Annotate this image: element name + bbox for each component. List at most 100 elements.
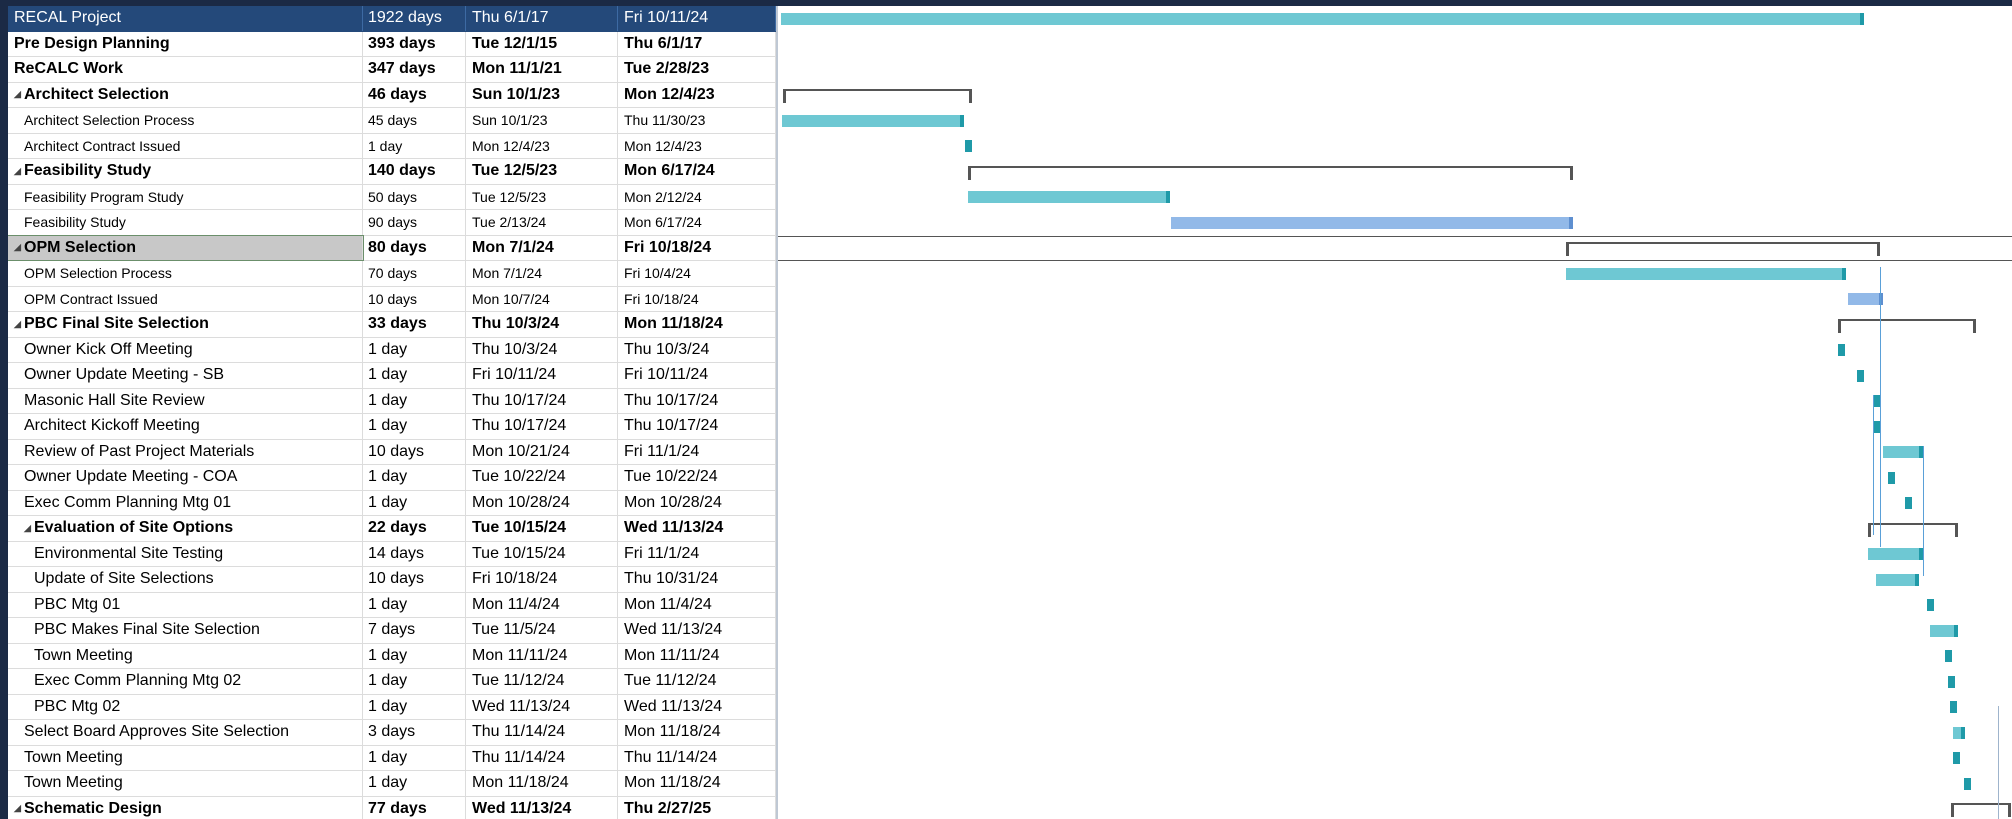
task-finish-cell[interactable]: Fri 11/1/24 — [618, 541, 776, 566]
task-finish-cell[interactable]: Fri 10/18/24 — [618, 286, 776, 311]
task-finish-cell[interactable]: Mon 6/17/24 — [618, 159, 776, 184]
task-row[interactable]: OPM Contract Issued 10 days Mon 10/7/24 Fri… — [8, 286, 776, 312]
task-duration-cell[interactable]: 1 day — [363, 363, 466, 388]
task-row[interactable]: OPM Selection Process 70 days Mon 7/1/24 Fr… — [8, 261, 776, 287]
task-bar[interactable] — [1883, 446, 1923, 458]
summary-bracket[interactable] — [783, 89, 972, 103]
task-duration-cell[interactable]: 46 days — [363, 82, 466, 107]
task-duration-cell[interactable]: 50 days — [363, 184, 466, 209]
task-name-cell[interactable]: Update of Site Selections — [8, 567, 363, 592]
task-finish-cell[interactable]: Mon 11/18/24 — [618, 771, 776, 796]
task-duration-cell[interactable]: 1 day — [363, 694, 466, 719]
task-start-cell[interactable]: Tue 10/15/24 — [466, 516, 618, 541]
milestone-marker[interactable] — [1950, 701, 1957, 713]
task-finish-cell[interactable]: Tue 11/12/24 — [618, 669, 776, 694]
summary-bracket[interactable] — [1951, 803, 2011, 817]
task-finish-cell[interactable]: Mon 11/18/24 — [618, 312, 776, 337]
task-start-cell[interactable]: Mon 10/7/24 — [466, 286, 618, 311]
task-start-cell[interactable]: Wed 11/13/24 — [466, 694, 618, 719]
task-row[interactable]: Select Board Approves Site Selection 3 da… — [8, 720, 776, 746]
task-row[interactable]: Feasibility Program Study 50 days Tue 12/5… — [8, 184, 776, 210]
task-name-cell[interactable]: Town Meeting — [8, 771, 363, 796]
task-start-cell[interactable]: Tue 12/5/23 — [466, 159, 618, 184]
task-row[interactable]: ◢ OPM Selection 80 days Mon 7/1/24 Fri 10/18… — [8, 234, 776, 261]
task-finish-cell[interactable]: Fri 10/11/24 — [618, 6, 776, 31]
task-start-cell[interactable]: Thu 10/17/24 — [466, 388, 618, 413]
task-row[interactable]: Exec Comm Planning Mtg 01 1 day Mon 10/28/… — [8, 490, 776, 516]
task-finish-cell[interactable]: Wed 11/13/24 — [618, 694, 776, 719]
task-finish-cell[interactable]: Thu 10/3/24 — [618, 337, 776, 362]
task-start-cell[interactable]: Mon 10/28/24 — [466, 490, 618, 515]
summary-bracket[interactable] — [1868, 522, 1958, 537]
task-finish-cell[interactable]: Thu 10/17/24 — [618, 388, 776, 413]
task-start-cell[interactable]: Sun 10/1/23 — [466, 82, 618, 107]
task-start-cell[interactable]: Tue 12/5/23 — [466, 184, 618, 209]
task-row[interactable]: ◢ Architect Selection 46 days Sun 10/1/23 Mo… — [8, 82, 776, 108]
task-start-cell[interactable]: Mon 11/18/24 — [466, 771, 618, 796]
summary-bracket[interactable] — [1838, 318, 1976, 333]
task-finish-cell[interactable]: Fri 10/4/24 — [618, 261, 776, 286]
task-name-cell[interactable]: ◢ OPM Selection — [8, 234, 364, 261]
task-row[interactable]: RECAL Project 1922 days Thu 6/1/17 Fri 10/1… — [8, 6, 776, 32]
task-name-cell[interactable]: Pre Design Planning — [8, 31, 363, 56]
task-start-cell[interactable]: Mon 12/4/23 — [466, 133, 618, 158]
summary-bracket[interactable] — [1566, 242, 1880, 256]
task-duration-cell[interactable]: 1 day — [363, 414, 466, 439]
task-finish-cell[interactable]: Thu 11/30/23 — [618, 108, 776, 133]
task-row[interactable]: Architect Contract Issued 1 day Mon 12/4/2… — [8, 133, 776, 159]
task-duration-cell[interactable]: 1 day — [363, 133, 466, 158]
task-row[interactable]: Update of Site Selections 10 days Fri 10/1… — [8, 567, 776, 593]
task-row[interactable]: ◢ Feasibility Study 140 days Tue 12/5/23 Mon… — [8, 159, 776, 185]
task-name-cell[interactable]: ◢ Feasibility Study — [8, 159, 363, 184]
task-duration-cell[interactable]: 1 day — [363, 643, 466, 668]
task-start-cell[interactable]: Tue 10/22/24 — [466, 465, 618, 490]
task-start-cell[interactable]: Thu 11/14/24 — [466, 720, 618, 745]
task-duration-cell[interactable]: 347 days — [363, 57, 466, 82]
task-finish-cell[interactable]: Mon 11/18/24 — [618, 720, 776, 745]
task-duration-cell[interactable]: 10 days — [363, 286, 466, 311]
milestone-marker[interactable] — [965, 140, 972, 152]
task-row[interactable]: Masonic Hall Site Review 1 day Thu 10/17/2… — [8, 388, 776, 414]
task-start-cell[interactable]: Wed 11/13/24 — [466, 796, 618, 819]
task-finish-cell[interactable]: Mon 2/12/24 — [618, 184, 776, 209]
task-name-cell[interactable]: Architect Selection Process — [8, 108, 363, 133]
task-name-cell[interactable]: Owner Update Meeting - SB — [8, 363, 363, 388]
task-row[interactable]: Feasibility Study 90 days Tue 2/13/24 Mon 6… — [8, 210, 776, 236]
task-bar[interactable] — [782, 114, 964, 127]
task-bar[interactable] — [1566, 267, 1846, 280]
task-finish-cell[interactable]: Thu 2/27/25 — [618, 796, 776, 819]
collapse-triangle-icon[interactable]: ◢ — [14, 89, 24, 100]
task-duration-cell[interactable]: 3 days — [363, 720, 466, 745]
task-row[interactable]: Architect Selection Process 45 days Sun 10… — [8, 108, 776, 134]
task-bar[interactable] — [1930, 624, 1958, 637]
milestone-marker[interactable] — [1964, 777, 1971, 790]
task-finish-cell[interactable]: Wed 11/13/24 — [618, 618, 776, 643]
task-start-cell[interactable]: Thu 11/14/24 — [466, 745, 618, 770]
task-finish-cell[interactable]: Mon 10/28/24 — [618, 490, 776, 515]
task-row[interactable]: ReCALC Work 347 days Mon 11/1/21 Tue 2/28/2… — [8, 57, 776, 83]
task-finish-cell[interactable]: Tue 2/28/23 — [618, 57, 776, 82]
task-name-cell[interactable]: Review of Past Project Materials — [8, 439, 363, 464]
task-start-cell[interactable]: Mon 7/1/24 — [466, 261, 618, 286]
task-finish-cell[interactable]: Wed 11/13/24 — [618, 516, 776, 541]
task-duration-cell[interactable]: 1 day — [363, 490, 466, 515]
task-duration-cell[interactable]: 10 days — [363, 567, 466, 592]
task-bar[interactable] — [1876, 573, 1919, 586]
task-name-cell[interactable]: Select Board Approves Site Selection — [8, 720, 363, 745]
task-start-cell[interactable]: Fri 10/18/24 — [466, 567, 618, 592]
milestone-marker[interactable] — [1888, 471, 1895, 484]
task-duration-cell[interactable]: 1 day — [363, 388, 466, 413]
task-name-cell[interactable]: Owner Update Meeting - COA — [8, 465, 363, 490]
task-name-cell[interactable]: Town Meeting — [8, 745, 363, 770]
task-start-cell[interactable]: Tue 11/5/24 — [466, 618, 618, 643]
task-start-cell[interactable]: Mon 10/21/24 — [466, 439, 618, 464]
summary-bracket[interactable] — [968, 165, 1573, 180]
task-row[interactable]: PBC Mtg 01 1 day Mon 11/4/24 Mon 11/4/24 — [8, 592, 776, 618]
task-name-cell[interactable]: OPM Selection Process — [8, 261, 363, 286]
task-start-cell[interactable]: Mon 7/1/24 — [466, 235, 618, 260]
collapse-triangle-icon[interactable]: ◢ — [14, 242, 24, 253]
task-start-cell[interactable]: Sun 10/1/23 — [466, 108, 618, 133]
task-duration-cell[interactable]: 1 day — [363, 337, 466, 362]
task-finish-cell[interactable]: Thu 10/17/24 — [618, 414, 776, 439]
task-row[interactable]: PBC Makes Final Site Selection 7 days Tue … — [8, 618, 776, 644]
